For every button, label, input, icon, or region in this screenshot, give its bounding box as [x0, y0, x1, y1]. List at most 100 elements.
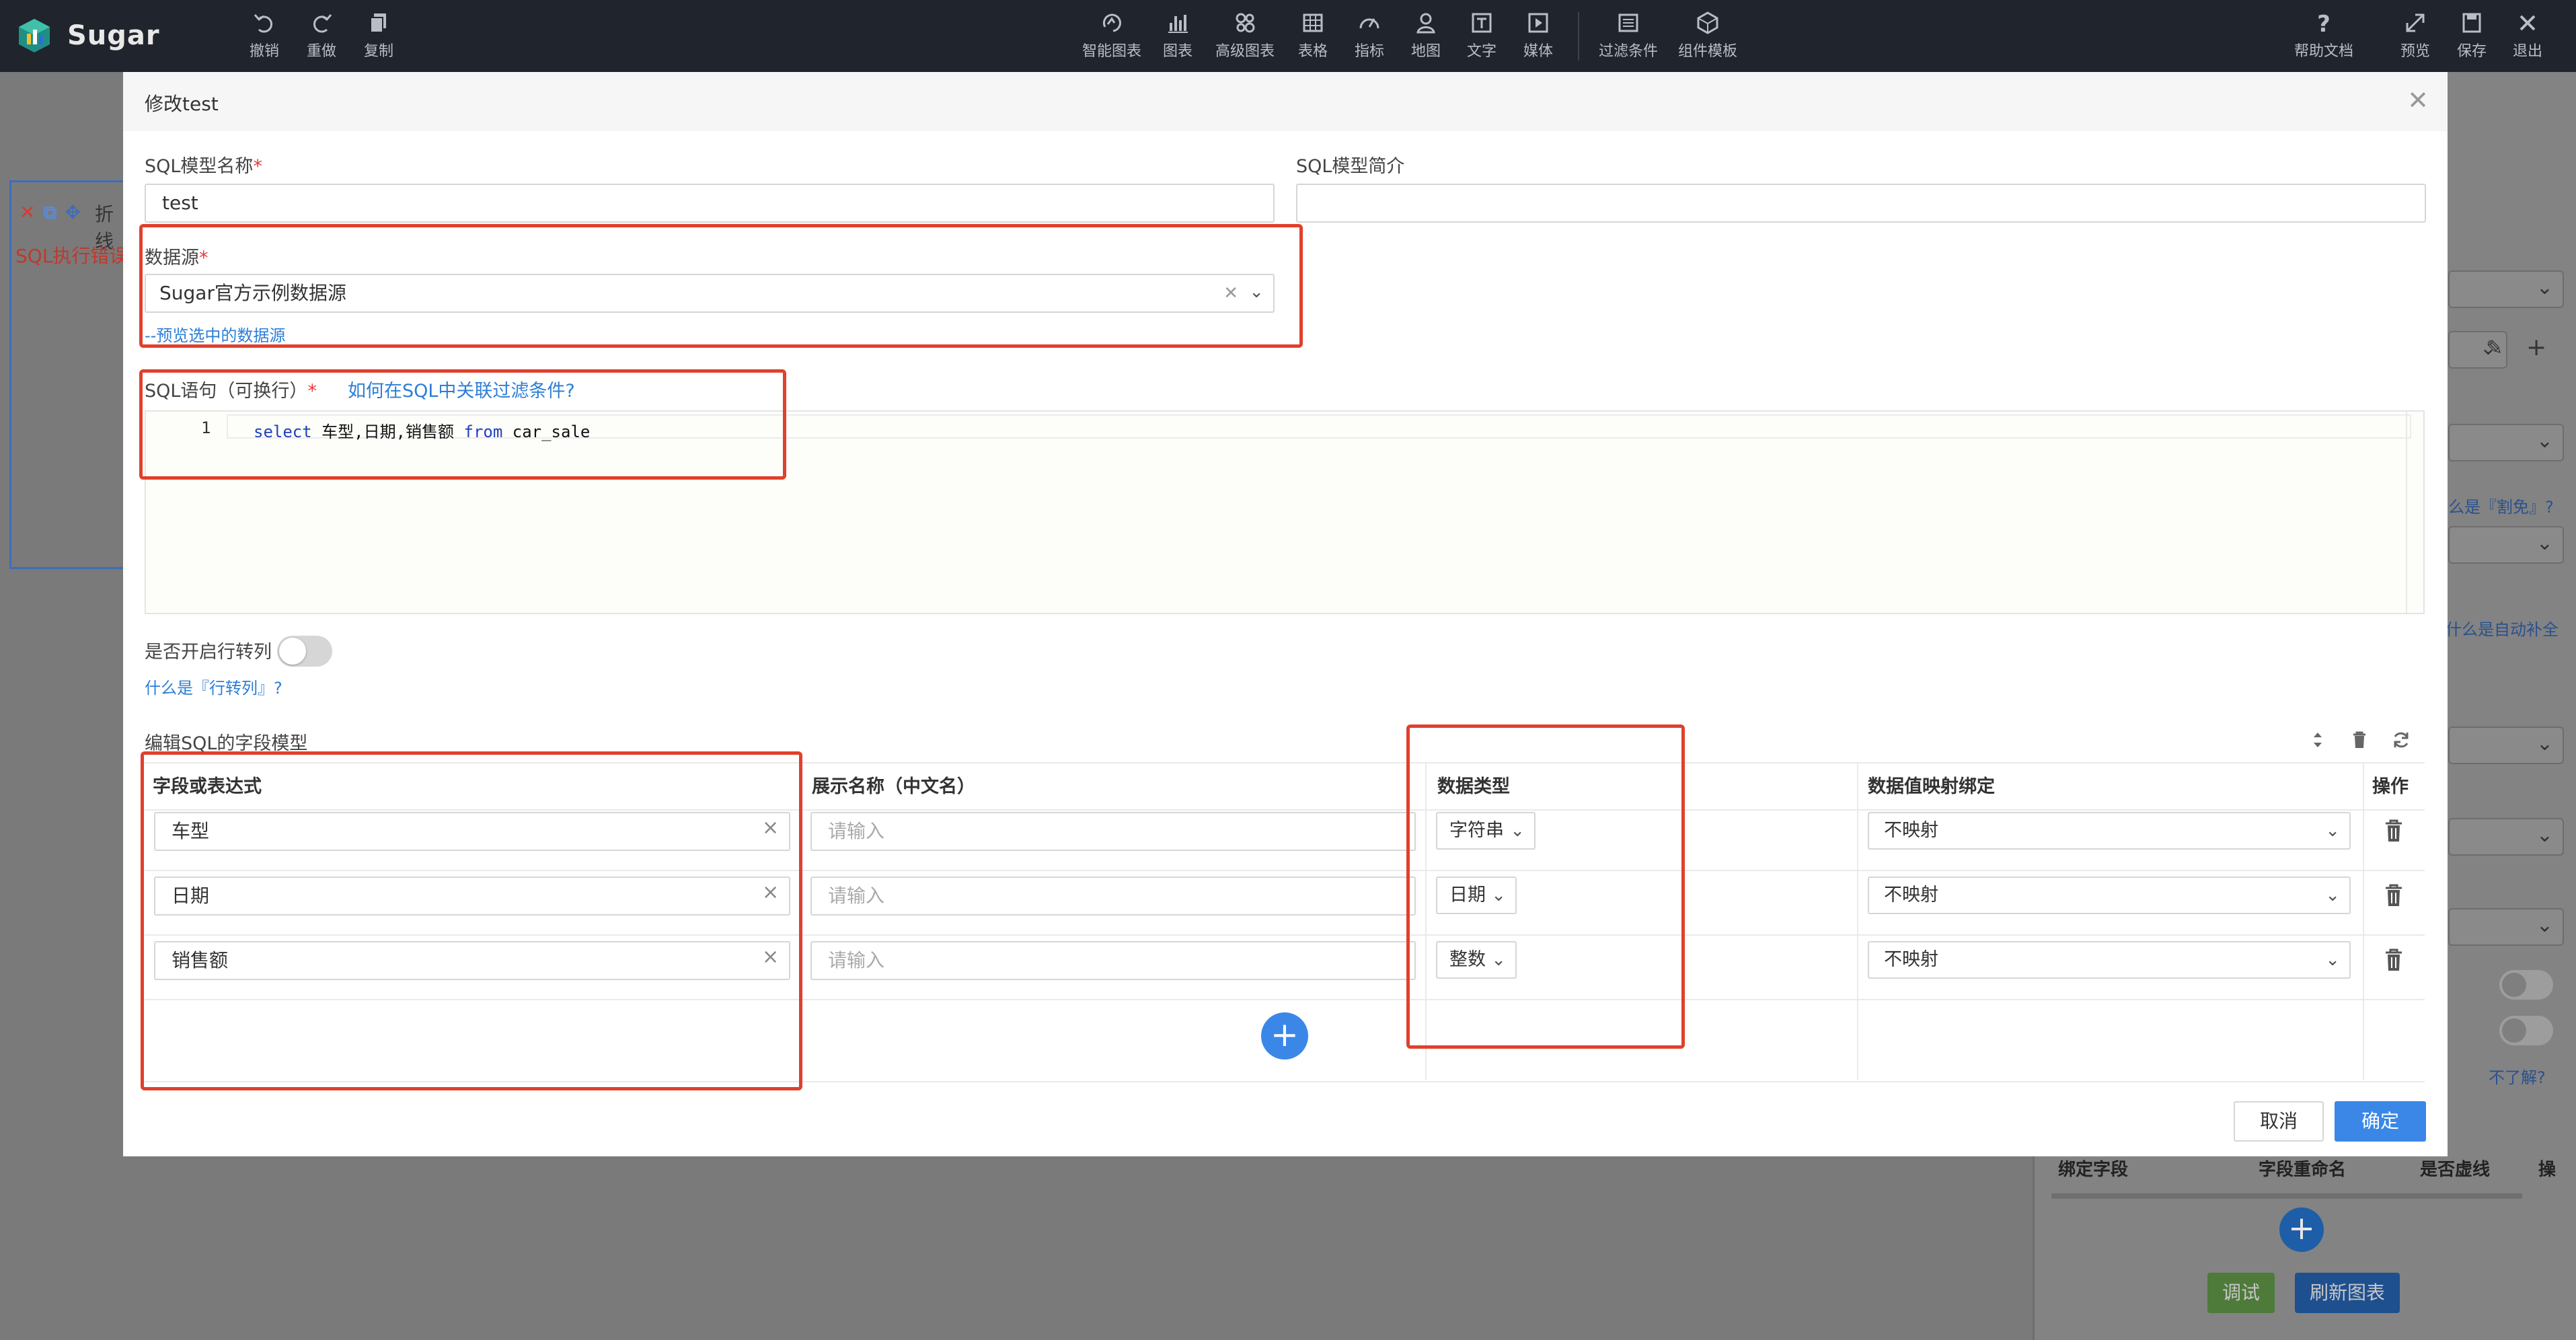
debug-button[interactable]: 调试 [2207, 1273, 2275, 1313]
trash-icon[interactable] [2347, 727, 2372, 753]
undo-button[interactable]: 撤销 [234, 9, 295, 63]
sql-model-name-label: SQL模型名称* [145, 156, 262, 177]
panel-select-6[interactable] [2448, 818, 2564, 856]
panel-help-link-1[interactable]: 么是『割免』? [2448, 494, 2554, 517]
sql-model-intro-label: SQL模型简介 [1296, 156, 1405, 177]
refresh-icon[interactable] [2388, 727, 2414, 753]
delete-row-icon[interactable] [2380, 816, 2407, 846]
toolbar-exit[interactable]: 退出 [2497, 9, 2558, 63]
display-name-input[interactable]: 请输入 [810, 812, 1416, 851]
data-type-select[interactable]: 日期 ⌄ [1436, 877, 1517, 914]
row-to-column-help-link[interactable]: 什么是『行转列』? [145, 675, 282, 698]
toolbar-filter[interactable]: 过滤条件 [1598, 9, 1659, 63]
toolbar-advanced-chart[interactable]: 高级图表 [1215, 9, 1275, 63]
copy-button[interactable]: 复制 [348, 9, 409, 63]
value-mapping-select[interactable]: 不映射 ⌄ [1868, 877, 2351, 914]
value-mapping-value: 不映射 [1884, 885, 1938, 905]
toolbar-text[interactable]: 文字 [1451, 9, 1512, 63]
col-divider [1857, 764, 1858, 1080]
field-expression-input[interactable]: 日期 [154, 877, 790, 916]
bar-chart-icon [1168, 15, 1188, 33]
help-label: 帮助文档 [2294, 43, 2353, 60]
sql-model-name-input[interactable]: test [145, 184, 1275, 223]
chevron-down-icon: ⌄ [1510, 821, 1525, 841]
sql-fields: 车型,日期,销售额 [311, 422, 464, 441]
panel-select-3[interactable] [2448, 424, 2564, 461]
data-type-select[interactable]: 字符串 ⌄ [1436, 812, 1536, 850]
redo-label: 重做 [306, 43, 336, 60]
clear-field-icon[interactable]: × [762, 816, 779, 840]
gauge-icon [1359, 18, 1379, 29]
panel-select-4[interactable] [2448, 526, 2564, 564]
toolbar-chart[interactable]: 图表 [1147, 9, 1208, 63]
panel-scrollbar[interactable] [2051, 1193, 2522, 1199]
editor-scrollbar[interactable] [2406, 412, 2423, 613]
save-icon [2462, 13, 2481, 33]
move-widget-icon[interactable]: ✥ [65, 201, 80, 224]
sql-model-intro-input[interactable] [1296, 184, 2426, 223]
confirm-button[interactable]: 确定 [2335, 1101, 2426, 1142]
advanced-chart-icon [1236, 13, 1255, 33]
sql-filter-help-link[interactable]: 如何在SQL中关联过滤条件? [348, 376, 575, 402]
field-expression-input[interactable]: 车型 [154, 812, 790, 851]
cancel-button[interactable]: 取消 [2234, 1101, 2324, 1142]
edit-icon[interactable]: ✎ [2486, 336, 2503, 360]
panel-select-7[interactable] [2448, 908, 2564, 946]
toolbar-help[interactable]: ? 帮助文档 [2294, 9, 2354, 63]
chevron-down-icon: ⌄ [1491, 885, 1506, 905]
display-name-input[interactable]: 请输入 [810, 941, 1416, 980]
table-icon [1303, 13, 1323, 32]
panel-add-row-button[interactable]: + [2279, 1207, 2324, 1252]
top-toolbar: Sugar 撤销 重做 复制 智能图表 图表 高级图表 表格 指标 地图 文字 [0, 0, 2576, 72]
panel-select-1[interactable] [2448, 270, 2564, 308]
col-operation: 操作 [2372, 776, 2409, 797]
data-type-select[interactable]: 整数 ⌄ [1436, 941, 1517, 979]
media-icon [1528, 13, 1548, 33]
redo-button[interactable]: 重做 [291, 9, 352, 63]
chevron-down-icon: ⌄ [2325, 885, 2340, 905]
panel-select-5[interactable] [2448, 727, 2564, 764]
value-mapping-select[interactable]: 不映射 ⌄ [1868, 941, 2351, 979]
preview-datasource-link[interactable]: --预览选中的数据源 [145, 322, 285, 346]
toolbar-map[interactable]: 地图 [1396, 9, 1456, 63]
toolbar-save[interactable]: 保存 [2441, 9, 2502, 63]
help-icon: ? [2317, 11, 2331, 36]
clear-field-icon[interactable]: × [762, 945, 779, 969]
clear-datasource-icon[interactable]: ✕ [1223, 275, 1238, 311]
map-pin-icon [1416, 13, 1435, 34]
value-mapping-value: 不映射 [1884, 820, 1938, 841]
add-icon[interactable]: + [2526, 334, 2546, 361]
text-label: 文字 [1466, 43, 1497, 60]
field-expression-input[interactable]: 销售额 [154, 941, 790, 980]
toolbar-media[interactable]: 媒体 [1508, 9, 1568, 63]
data-type-value: 日期 [1449, 885, 1486, 905]
toolbar-table[interactable]: 表格 [1283, 9, 1343, 63]
toolbar-preview[interactable]: 预览 [2385, 9, 2446, 63]
value-mapping-select[interactable]: 不映射 ⌄ [1868, 812, 2351, 850]
col-display-name: 展示名称（中文名） [812, 776, 975, 797]
add-field-row-button[interactable]: + [1261, 1012, 1308, 1059]
delete-widget-icon[interactable]: ✕ [20, 201, 35, 224]
sql-table: car_sale [502, 422, 591, 441]
canvas-chart-widget[interactable]: ✕ ⧉ ✥ 折线 SQL执行错误 [9, 180, 128, 569]
panel-help-link-3[interactable]: 不了解? [2489, 1064, 2546, 1088]
row-to-column-toggle[interactable] [277, 636, 332, 667]
delete-row-icon[interactable] [2380, 881, 2407, 910]
sql-code-editor[interactable]: 1 select 车型,日期,销售额 from car_sale [145, 410, 2425, 614]
display-name-input[interactable]: 请输入 [810, 877, 1416, 916]
panel-toggle-2[interactable] [2499, 1016, 2553, 1045]
panel-help-link-2[interactable]: 什么是自动补全 [2446, 616, 2559, 640]
delete-row-icon[interactable] [2380, 945, 2407, 975]
sort-icon[interactable] [2305, 727, 2331, 753]
refresh-chart-button[interactable]: 刷新图表 [2295, 1273, 2400, 1313]
datasource-select[interactable]: Sugar官方示例数据源 ✕ ⌄ [145, 274, 1275, 313]
clear-field-icon[interactable]: × [762, 881, 779, 904]
sql-code-line[interactable]: select 车型,日期,销售额 from car_sale [254, 418, 590, 442]
panel-toggle-1[interactable] [2499, 970, 2553, 1000]
table-header-border [145, 809, 2425, 811]
dialog-close-icon[interactable]: ✕ [2407, 85, 2429, 115]
toolbar-indicator[interactable]: 指标 [1339, 9, 1400, 63]
toolbar-smart-chart[interactable]: 智能图表 [1082, 9, 1142, 63]
toolbar-component-template[interactable]: 组件模板 [1677, 9, 1738, 63]
copy-widget-icon[interactable]: ⧉ [43, 201, 56, 224]
